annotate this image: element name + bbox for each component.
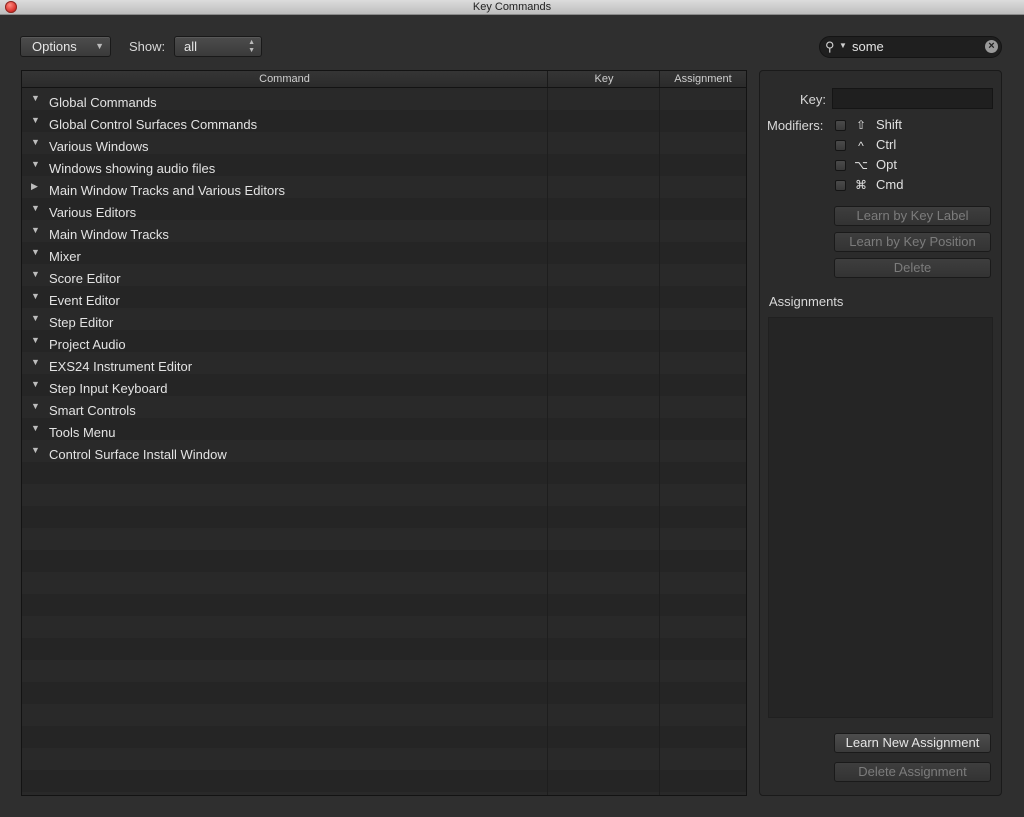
table-row[interactable]: ▼ Tools Menu — [22, 420, 746, 442]
disclosure-triangle-down-icon[interactable]: ▼ — [31, 291, 40, 301]
command-group-name: Event Editor — [49, 293, 120, 308]
command-group-name: Mixer — [49, 249, 81, 264]
disclosure-triangle-down-icon[interactable]: ▼ — [31, 445, 40, 455]
table-row[interactable]: ▼ Windows showing audio files — [22, 156, 746, 178]
disclosure-triangle-down-icon[interactable]: ▼ — [31, 247, 40, 257]
shift-label: Shift — [876, 117, 903, 132]
command-group-name: EXS24 Instrument Editor — [49, 359, 193, 374]
command-list[interactable]: ▼ Global Commands ▼ Global Control Surfaces… — [22, 88, 746, 795]
ctrl-label: Ctrl — [876, 137, 897, 152]
column-divider — [659, 88, 660, 795]
command-group-name: Step Editor — [49, 315, 114, 330]
command-group-name: Global Commands — [49, 95, 157, 110]
command-group-name: Various Editors — [49, 205, 137, 220]
search-icon[interactable]: ⚲ — [825, 39, 835, 55]
table-row[interactable]: ▶ Main Window Tracks and Various Editors — [22, 178, 746, 200]
options-label: Options — [32, 39, 77, 54]
disclosure-triangle-down-icon[interactable]: ▼ — [31, 159, 40, 169]
disclosure-triangle-down-icon[interactable]: ▼ — [31, 423, 40, 433]
command-group-name: Main Window Tracks and Various Editors — [49, 183, 286, 198]
command-group-name: Step Input Keyboard — [49, 381, 168, 396]
command-table[interactable]: Command Key Assignment ▼ Global Commands ▼… — [21, 70, 747, 796]
table-row[interactable]: ▼ Various Editors — [22, 200, 746, 222]
column-divider — [547, 88, 548, 795]
table-row[interactable]: ▼ Mixer — [22, 244, 746, 266]
column-header-assignment[interactable]: Assignment — [659, 71, 746, 87]
learn-new-assignment-button[interactable]: Learn New Assignment — [834, 733, 991, 753]
table-row[interactable]: ▼ EXS24 Instrument Editor — [22, 354, 746, 376]
table-row[interactable]: ▼ Project Audio — [22, 332, 746, 354]
table-row[interactable]: ▼ Global Control Surfaces Commands — [22, 112, 746, 134]
command-group-name: Various Windows — [49, 139, 149, 154]
table-row[interactable]: ▼ Global Commands — [22, 90, 746, 112]
opt-label: Opt — [876, 157, 897, 172]
key-input[interactable] — [832, 88, 993, 109]
assignments-label: Assignments — [769, 294, 844, 309]
command-group-name: Windows showing audio files — [49, 161, 216, 176]
command-group-name: Global Control Surfaces Commands — [49, 117, 258, 132]
table-row[interactable]: ▼ Main Window Tracks — [22, 222, 746, 244]
command-group-name: Score Editor — [49, 271, 121, 286]
command-group-name: Main Window Tracks — [49, 227, 169, 242]
opt-checkbox[interactable] — [835, 160, 846, 171]
table-row[interactable]: ▼ Various Windows — [22, 134, 746, 156]
disclosure-triangle-down-icon[interactable]: ▼ — [31, 93, 40, 103]
ctrl-icon: ^ — [858, 139, 864, 153]
table-row[interactable]: ▼ Smart Controls — [22, 398, 746, 420]
ctrl-checkbox[interactable] — [835, 140, 846, 151]
option-icon: ⌥ — [854, 158, 868, 172]
modifiers-label: Modifiers: — [767, 118, 824, 133]
disclosure-triangle-down-icon[interactable]: ▼ — [31, 379, 40, 389]
show-value: all — [184, 39, 198, 54]
search-options-dropdown-icon[interactable]: ▼ — [839, 41, 847, 50]
disclosure-triangle-down-icon[interactable]: ▼ — [31, 313, 40, 323]
table-row[interactable]: ▼ Step Input Keyboard — [22, 376, 746, 398]
disclosure-triangle-down-icon[interactable]: ▼ — [31, 269, 40, 279]
window-bottom-bar — [0, 798, 1024, 817]
delete-button[interactable]: Delete — [834, 258, 991, 278]
up-down-arrows-icon: ▲ ▼ — [248, 39, 255, 54]
assignments-list[interactable] — [768, 317, 993, 718]
shift-icon: ⇧ — [855, 118, 867, 132]
delete-assignment-button[interactable]: Delete Assignment — [834, 762, 991, 782]
command-group-name: Control Surface Install Window — [49, 447, 227, 462]
table-row[interactable]: ▼ Step Editor — [22, 310, 746, 332]
table-header: Command Key Assignment — [22, 71, 746, 88]
key-label: Key: — [800, 92, 827, 107]
shift-checkbox[interactable] — [835, 120, 846, 131]
table-row[interactable]: ▼ Score Editor — [22, 266, 746, 288]
disclosure-triangle-down-icon[interactable]: ▼ — [31, 357, 40, 367]
command-group-name: Tools Menu — [49, 425, 116, 440]
disclosure-triangle-down-icon[interactable]: ▼ — [31, 225, 40, 235]
cmd-checkbox[interactable] — [835, 180, 846, 191]
command-icon: ⌘ — [855, 178, 867, 192]
disclosure-triangle-right-icon[interactable]: ▶ — [31, 181, 38, 192]
clear-search-icon[interactable]: × — [985, 40, 998, 53]
column-header-command[interactable]: Command — [22, 71, 547, 87]
table-row[interactable]: ▼ Control Surface Install Window — [22, 442, 746, 464]
cmd-label: Cmd — [876, 177, 904, 192]
disclosure-triangle-down-icon[interactable]: ▼ — [31, 203, 40, 213]
disclosure-triangle-down-icon[interactable]: ▼ — [31, 137, 40, 147]
chevron-down-icon: ▼ — [95, 41, 104, 51]
learn-by-key-label-button[interactable]: Learn by Key Label — [834, 206, 991, 226]
command-group-name: Smart Controls — [49, 403, 136, 418]
search-input[interactable]: some — [852, 39, 884, 54]
disclosure-triangle-down-icon[interactable]: ▼ — [31, 401, 40, 411]
options-menu-button[interactable]: Options ▼ — [20, 36, 111, 57]
command-group-name: Project Audio — [49, 337, 126, 352]
show-filter-select[interactable]: all ▲ ▼ — [174, 36, 262, 57]
disclosure-triangle-down-icon[interactable]: ▼ — [31, 115, 40, 125]
show-label: Show: — [129, 39, 166, 54]
column-header-key[interactable]: Key — [547, 71, 660, 87]
learn-by-key-position-button[interactable]: Learn by Key Position — [834, 232, 991, 252]
search-field[interactable]: ⚲ ▼ some × — [819, 36, 1002, 58]
table-row[interactable]: ▼ Event Editor — [22, 288, 746, 310]
disclosure-triangle-down-icon[interactable]: ▼ — [31, 335, 40, 345]
window-title: Key Commands — [472, 1, 552, 13]
title-bar: Key Commands — [0, 0, 1024, 15]
